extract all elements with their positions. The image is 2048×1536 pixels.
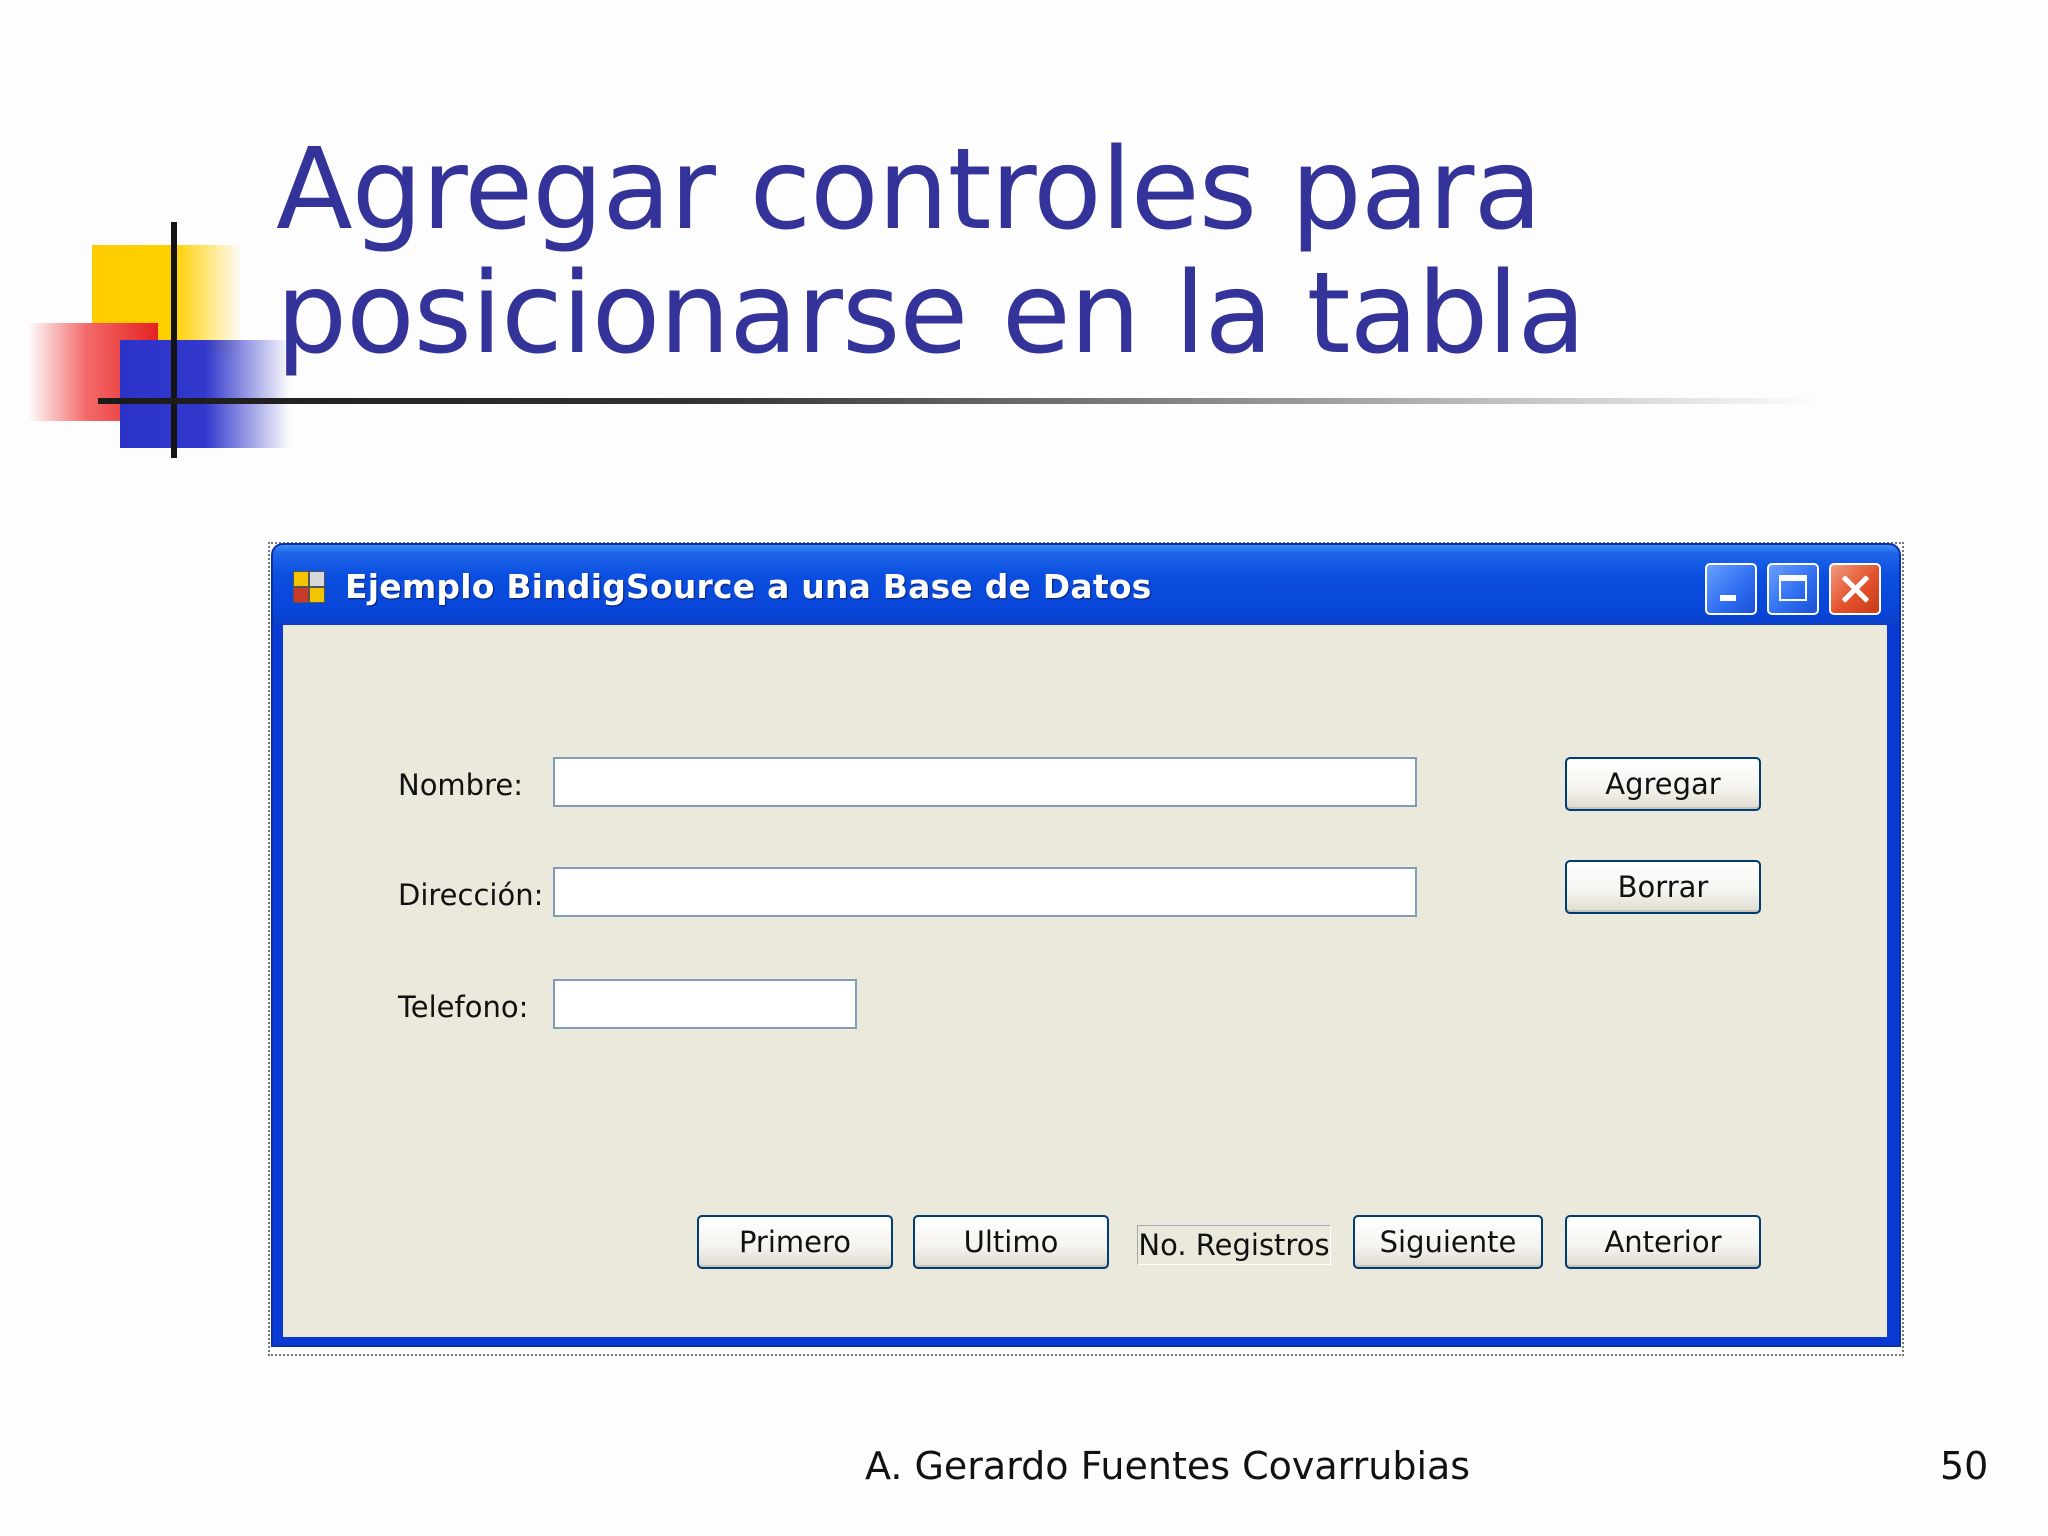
anterior-button[interactable]: Anterior (1565, 1215, 1761, 1269)
page-number: 50 (1940, 1444, 1989, 1488)
window-title: Ejemplo BindigSource a una Base de Datos (345, 567, 1152, 606)
slide-title: Agregar controles para posicionarse en l… (276, 125, 1586, 379)
nombre-input[interactable] (553, 757, 1417, 807)
app-icon (293, 571, 325, 603)
minimize-button[interactable] (1705, 563, 1757, 615)
form-client-area: Nombre: Dirección: Telefono: Agregar Bor… (283, 625, 1887, 1337)
ultimo-button[interactable]: Ultimo (913, 1215, 1109, 1269)
maximize-button[interactable] (1767, 563, 1819, 615)
decor-blue-square (120, 340, 290, 448)
window-titlebar[interactable]: Ejemplo BindigSource a una Base de Datos (273, 545, 1899, 625)
borrar-button[interactable]: Borrar (1565, 860, 1761, 914)
close-button[interactable] (1829, 563, 1881, 615)
decor-vertical-line (171, 222, 177, 458)
agregar-button[interactable]: Agregar (1565, 757, 1761, 811)
direccion-label: Dirección: (398, 878, 544, 912)
siguiente-button[interactable]: Siguiente (1353, 1215, 1543, 1269)
telefono-label: Telefono: (398, 990, 529, 1024)
registros-count-label: No. Registros (1137, 1225, 1331, 1265)
nombre-label: Nombre: (398, 768, 523, 802)
telefono-input[interactable] (553, 979, 857, 1029)
direccion-input[interactable] (553, 867, 1417, 917)
decor-horizontal-rule (98, 398, 1818, 404)
footer-author: A. Gerardo Fuentes Covarrubias (865, 1444, 1471, 1488)
app-window: Ejemplo BindigSource a una Base de Datos… (273, 545, 1899, 1345)
primero-button[interactable]: Primero (697, 1215, 893, 1269)
